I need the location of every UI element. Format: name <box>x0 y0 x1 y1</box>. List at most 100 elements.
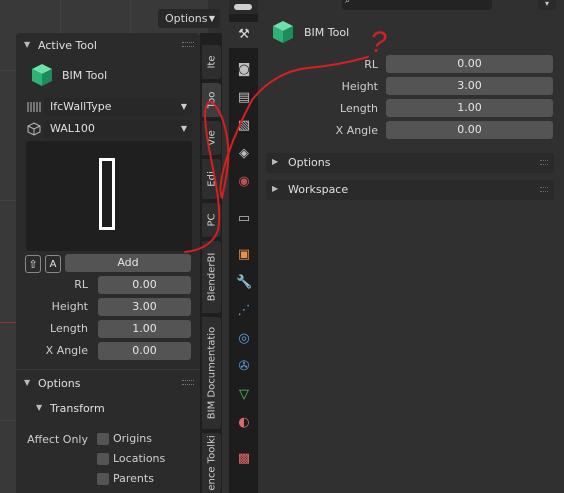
chevron-down-icon: ▼ <box>36 403 43 412</box>
chevron-down-icon: ▼ <box>208 14 215 23</box>
object-tab-icon[interactable]: ▣ <box>236 247 252 263</box>
tab-reference-toolkit-label: ence Toolki <box>206 435 217 491</box>
field-label-rl: RL <box>74 278 88 291</box>
drag-handle-icon[interactable] <box>540 187 548 192</box>
chevron-down-icon: ▼ <box>180 124 187 133</box>
x-angle-field[interactable]: 0.00 <box>386 121 553 139</box>
ifc-wall-type-icon <box>27 102 41 112</box>
output-tab-icon[interactable]: ▤ <box>236 90 252 106</box>
properties-search-input[interactable]: ⌕ <box>342 0 492 10</box>
drag-handle-icon[interactable] <box>540 160 548 165</box>
search-icon: ⌕ <box>345 0 351 6</box>
chevron-down-icon: ▼ <box>180 102 187 111</box>
panel-divider <box>16 369 200 370</box>
tab-blenderbim-label: BlenderBI <box>206 252 217 302</box>
rl-field[interactable]: 0.00 <box>98 276 191 294</box>
texture-tab-icon[interactable]: ▩ <box>236 451 252 467</box>
field-label-x-angle: X Angle <box>45 344 88 357</box>
transform-subpanel-header[interactable]: ▼ Transform <box>28 398 200 420</box>
chevron-down-icon: ▼ <box>24 378 31 387</box>
locations-label: Locations <box>113 452 166 465</box>
tab-edit-label: Edi <box>206 171 217 187</box>
sidebar-tab-strip: Ite Too Vie Edi PC BlenderBI BIM Documen… <box>200 33 222 493</box>
tab-tool-label: Too <box>206 91 217 109</box>
element-type-value: WAL100 <box>50 122 95 135</box>
render-tab-icon[interactable]: ◙ <box>236 62 252 78</box>
chevron-right-icon: ▶ <box>272 184 279 193</box>
tab-view[interactable]: Vie <box>202 121 221 155</box>
collection-tab-icon[interactable]: ▭ <box>236 211 252 227</box>
cube-outline-icon <box>27 122 41 136</box>
key-a-glyph: A <box>49 259 57 270</box>
ifc-type-dropdown[interactable]: IfcWallType ▼ <box>44 98 192 116</box>
shift-modifier-glyph: ⇧ <box>28 258 38 271</box>
drag-handle-icon[interactable] <box>182 380 194 385</box>
x-angle-field[interactable]: 0.00 <box>98 342 191 360</box>
ifc-type-value: IfcWallType <box>50 100 112 113</box>
wall-preview-shape <box>99 158 115 230</box>
options-panel-title: Options <box>288 156 331 169</box>
physics-tab-icon[interactable]: ◎ <box>236 331 252 347</box>
tab-tool[interactable]: Too <box>202 83 221 117</box>
chevron-down-icon: ▼ <box>24 40 31 49</box>
options-panel-collapsed[interactable]: ▶ Options <box>266 153 554 173</box>
field-label-height: Height <box>341 80 378 93</box>
origins-label: Origins <box>113 432 152 445</box>
transform-subpanel-title: Transform <box>50 402 105 415</box>
field-label-length: Length <box>340 102 378 115</box>
origins-checkbox[interactable] <box>97 433 109 445</box>
options-panel-title: Options <box>38 377 81 390</box>
active-tool-title: Active Tool <box>38 39 97 52</box>
element-type-dropdown[interactable]: WAL100 ▼ <box>44 120 192 138</box>
material-tab-icon[interactable]: ◐ <box>236 415 252 431</box>
active-tool-name: BIM Tool <box>62 69 108 82</box>
height-field[interactable]: 3.00 <box>98 298 191 316</box>
active-tool-panel-header[interactable]: ▼ Active Tool <box>16 35 200 57</box>
type-preview-area <box>26 141 192 251</box>
viewport-options-dropdown[interactable]: Options ▼ <box>158 9 220 28</box>
length-field[interactable]: 1.00 <box>386 99 553 117</box>
tab-item-label: Ite <box>206 55 217 69</box>
tab-pc[interactable]: PC <box>202 203 221 237</box>
toggle-icon[interactable] <box>234 4 252 10</box>
workspace-panel-collapsed[interactable]: ▶ Workspace <box>266 180 554 200</box>
properties-tool-name: BIM Tool <box>304 26 350 39</box>
scene-tab-icon[interactable]: ◈ <box>236 146 252 162</box>
length-field[interactable]: 1.00 <box>98 320 191 338</box>
view-layer-tab-icon[interactable]: ▧ <box>236 118 252 134</box>
tab-edit[interactable]: Edi <box>202 159 221 199</box>
object-data-tab-icon[interactable]: ▽ <box>236 387 252 403</box>
tab-blenderbim[interactable]: BlenderBI <box>202 241 221 313</box>
constraints-tab-icon[interactable]: ✇ <box>236 359 252 375</box>
tab-pc-label: PC <box>206 213 217 227</box>
options-panel-header[interactable]: ▼ Options <box>16 373 200 395</box>
field-label-height: Height <box>51 300 88 313</box>
chevron-down-icon[interactable]: ▾ <box>538 0 556 10</box>
parents-label: Parents <box>113 472 154 485</box>
workspace-panel-title: Workspace <box>288 183 349 196</box>
properties-editor: ⌕ ▾ BIM Tool RL 0.00 Height 3.00 Length … <box>258 0 564 493</box>
options-dropdown-label: Options <box>165 12 208 25</box>
drag-handle-icon[interactable] <box>182 42 194 47</box>
tab-bim-documentation-label: BIM Documentatio <box>206 326 217 420</box>
tab-item[interactable]: Ite <box>202 45 221 79</box>
particles-tab-icon[interactable]: ⋰ <box>236 303 252 319</box>
field-label-x-angle: X Angle <box>335 124 378 137</box>
add-button[interactable]: Add <box>65 254 191 272</box>
field-label-length: Length <box>50 322 88 335</box>
bim-tool-cube-icon <box>32 64 52 86</box>
rl-field[interactable]: 0.00 <box>386 55 553 73</box>
tool-tab-icon[interactable]: ⚒ <box>236 27 252 43</box>
parents-checkbox[interactable] <box>97 473 109 485</box>
height-field[interactable]: 3.00 <box>386 77 553 95</box>
field-label-rl: RL <box>364 58 378 71</box>
modifier-tab-icon[interactable]: 🔧 <box>236 275 252 291</box>
sidebar-panel: ▼ Active Tool BIM Tool IfcWallType ▼ WAL… <box>16 33 200 493</box>
world-tab-icon[interactable]: ◉ <box>236 174 252 190</box>
locations-checkbox[interactable] <box>97 453 109 465</box>
tab-view-label: Vie <box>206 130 217 146</box>
add-button-label: Add <box>117 256 139 269</box>
key-a-icon: A <box>45 255 61 273</box>
tab-bim-documentation[interactable]: BIM Documentatio <box>202 317 221 429</box>
tab-reference-toolkit[interactable]: ence Toolki <box>202 433 221 493</box>
